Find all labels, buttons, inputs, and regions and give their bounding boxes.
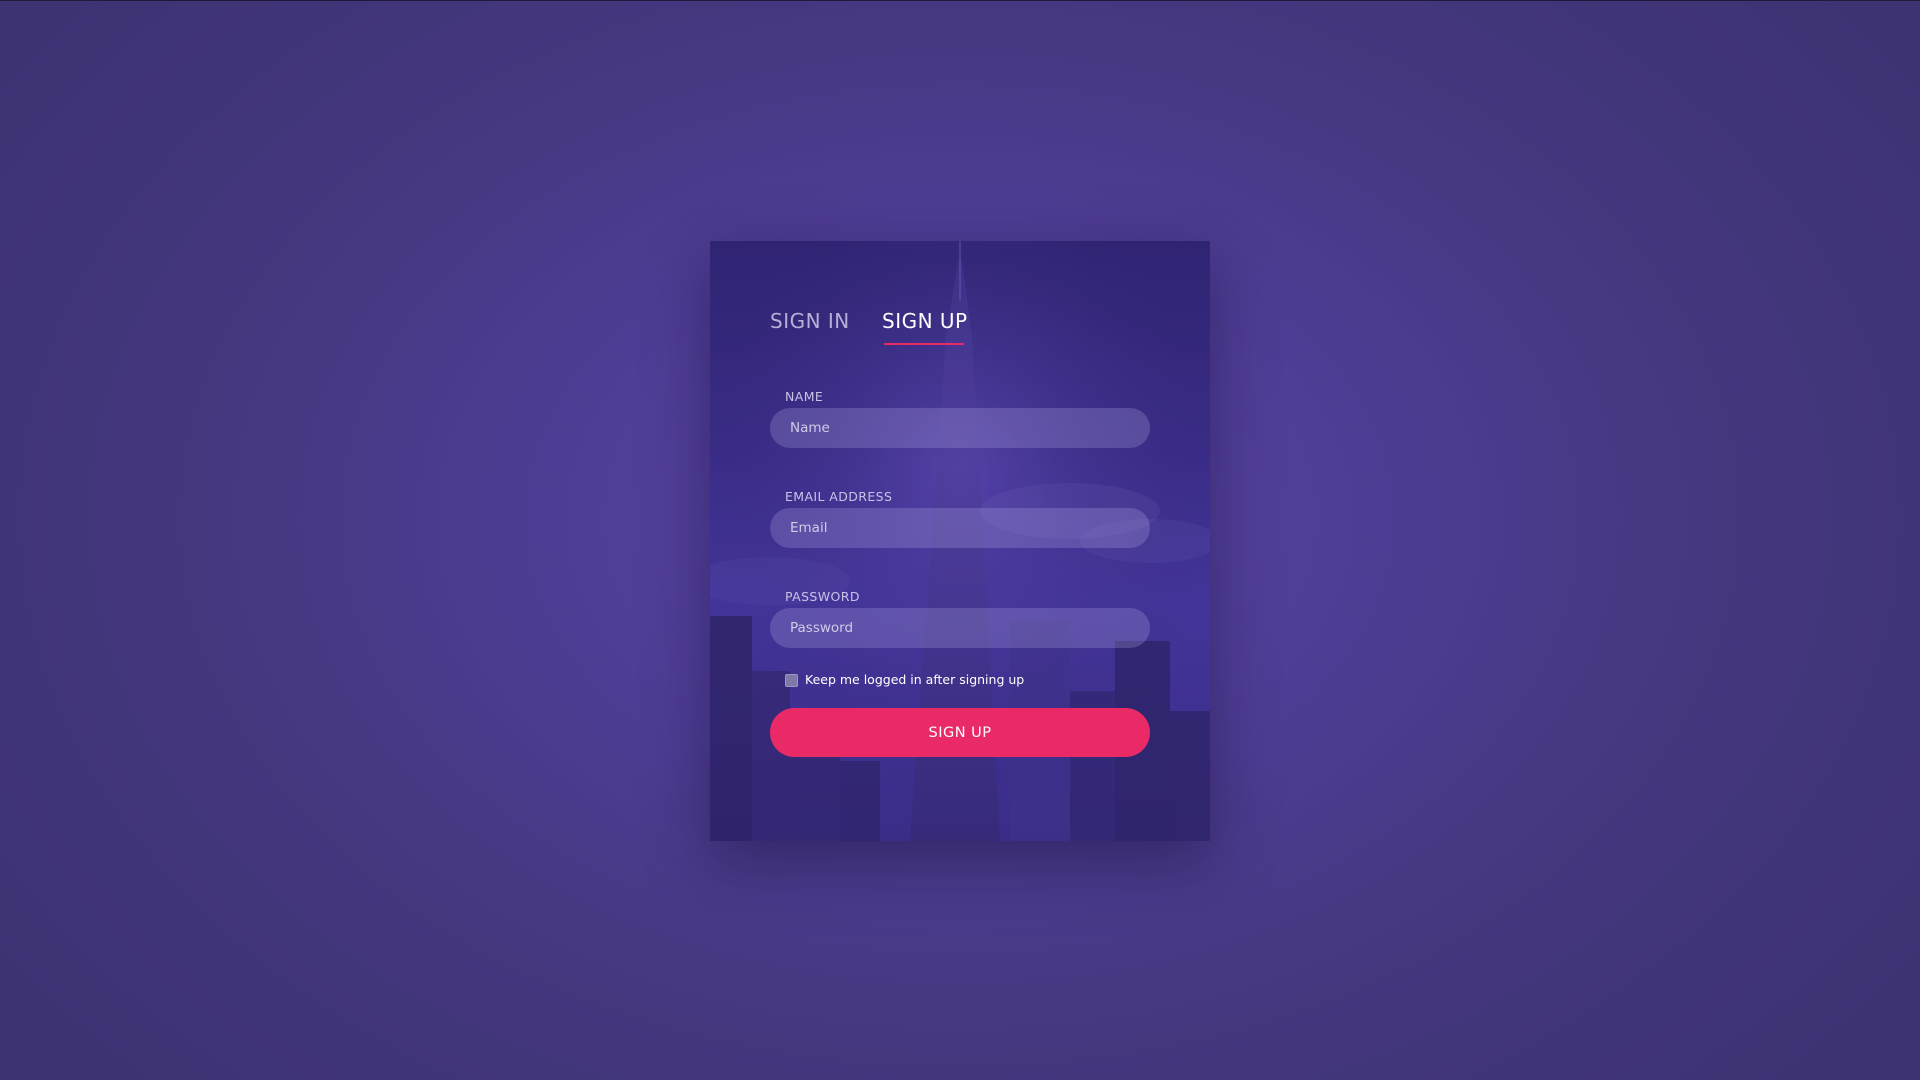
- password-label: PASSWORD: [785, 589, 860, 604]
- name-label: NAME: [785, 389, 824, 404]
- email-field[interactable]: [770, 508, 1150, 548]
- keep-logged-in-label[interactable]: Keep me logged in after signing up: [805, 672, 1024, 687]
- active-tab-underline: [884, 343, 964, 345]
- sign-up-button[interactable]: SIGN UP: [770, 708, 1150, 757]
- name-field[interactable]: [770, 408, 1150, 448]
- signup-card: SIGN IN SIGN UP NAME EMAIL ADDRESS PASSW…: [710, 241, 1210, 841]
- password-field[interactable]: [770, 608, 1150, 648]
- email-label: EMAIL ADDRESS: [785, 489, 893, 504]
- keep-logged-in-checkbox[interactable]: [785, 674, 798, 687]
- tab-sign-in[interactable]: SIGN IN: [770, 309, 850, 333]
- top-border-line: [0, 0, 1920, 1]
- tab-sign-up[interactable]: SIGN UP: [882, 309, 968, 333]
